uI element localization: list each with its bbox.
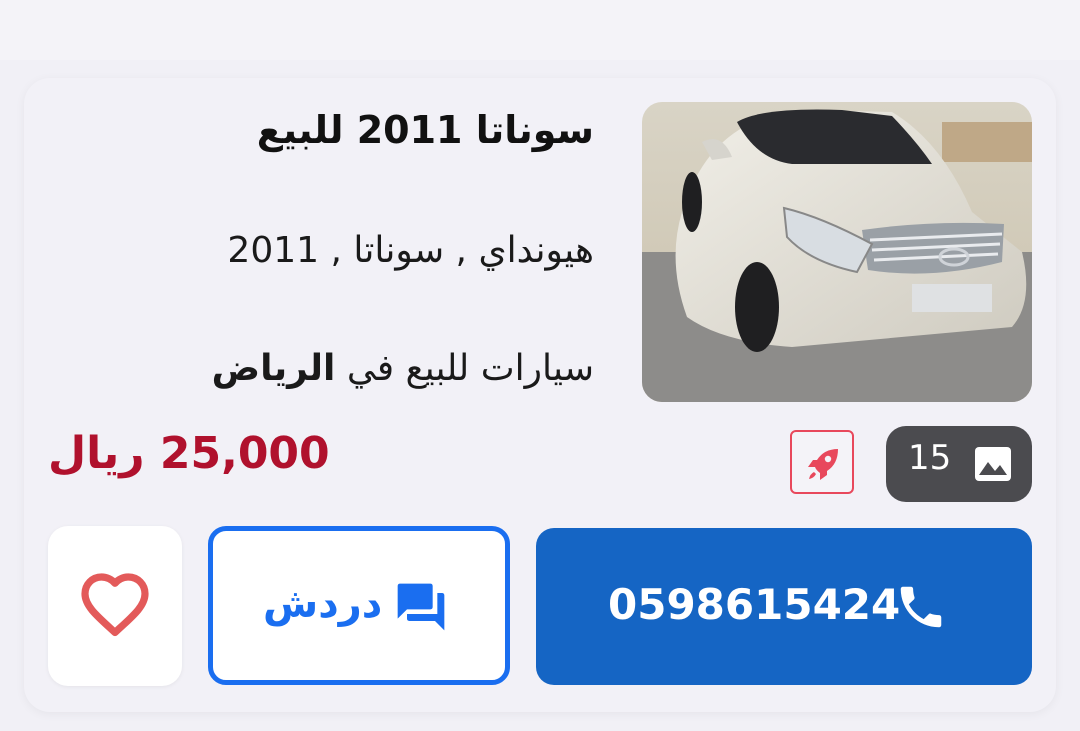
image-icon xyxy=(974,446,1012,486)
location-prefix: سيارات للبيع في xyxy=(346,348,594,389)
boost-button[interactable] xyxy=(790,430,854,494)
top-strip xyxy=(0,0,1080,60)
car-photo[interactable] xyxy=(642,102,1032,402)
call-button[interactable]: 0598615424 xyxy=(536,528,1032,685)
photo-count: 15 xyxy=(908,438,952,478)
phone-icon xyxy=(894,580,948,638)
photo-count-badge[interactable]: 15 xyxy=(886,426,1032,502)
heart-icon xyxy=(81,573,149,637)
listing-title[interactable]: سوناتا 2011 للبيع xyxy=(257,108,594,152)
chat-button[interactable]: دردش xyxy=(208,526,510,685)
rocket-icon xyxy=(808,449,838,480)
listing-card[interactable]: سوناتا 2011 للبيع هيونداي , سوناتا , 201… xyxy=(24,78,1056,712)
listing-price: 25,000 ريال xyxy=(48,428,330,479)
chat-icon xyxy=(393,581,449,637)
favorite-button[interactable] xyxy=(48,526,182,686)
listing-location: سيارات للبيع في الرياض xyxy=(212,348,594,389)
listing-subtitle: هيونداي , سوناتا , 2011 xyxy=(227,230,594,271)
location-city: الرياض xyxy=(211,348,336,389)
phone-number: 0598615424 xyxy=(608,580,901,629)
chat-label: دردش xyxy=(263,581,383,627)
